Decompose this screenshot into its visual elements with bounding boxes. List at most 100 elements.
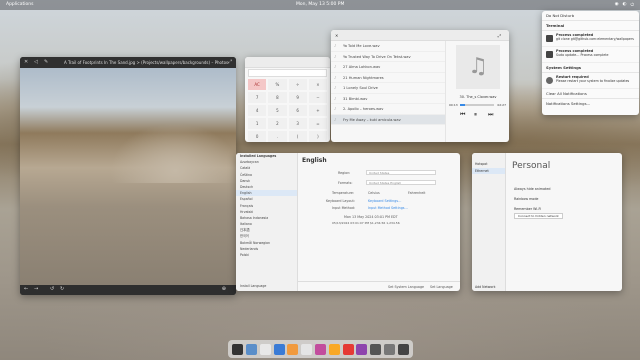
next-icon[interactable]: →: [34, 286, 38, 292]
dnd-row[interactable]: Do Not Disturb: [542, 11, 639, 21]
calc-key[interactable]: 5: [268, 105, 287, 116]
photos-icon[interactable]: [287, 343, 299, 355]
calc-key[interactable]: 0: [248, 131, 267, 142]
calc-key[interactable]: 9: [288, 92, 307, 103]
install-language-button[interactable]: Install Language: [236, 283, 266, 289]
maximize-icon[interactable]: ⤢: [498, 33, 501, 38]
music-icon[interactable]: [328, 343, 340, 355]
rotate-right-icon[interactable]: ↻: [60, 286, 64, 292]
edit-icon[interactable]: ✎: [44, 59, 48, 65]
close-icon[interactable]: ✕: [335, 33, 338, 38]
notification-item[interactable]: Process completed Sudo update… Process co…: [542, 47, 639, 63]
region-select[interactable]: United States: [366, 170, 436, 175]
calc-key[interactable]: 7: [248, 92, 267, 103]
rotate-left-icon[interactable]: ↺: [50, 286, 54, 292]
settings-icon[interactable]: [370, 343, 382, 355]
screenshot-icon[interactable]: [397, 343, 409, 355]
language-sidebar: Installed Languages Azərbaycan Català Češt…: [236, 153, 298, 291]
calc-key[interactable]: 6: [288, 105, 307, 116]
calendar-icon[interactable]: [301, 343, 313, 355]
calc-key[interactable]: 8: [268, 92, 287, 103]
next-track-icon[interactable]: ⏭: [488, 111, 493, 119]
option-always-hide[interactable]: Always hide animated: [514, 187, 550, 191]
formats-select[interactable]: United States English: [366, 180, 436, 185]
track-row[interactable]: 2. Apollo – heroes.wav: [331, 104, 445, 115]
clock[interactable]: Mon, May 13 5:00 PM: [296, 2, 344, 7]
calc-key[interactable]: −: [308, 92, 327, 103]
back-icon[interactable]: ◁: [34, 59, 38, 65]
track-list: Ya Told Me Love.wavYa Trusted Way To Dri…: [331, 41, 445, 125]
page-title: English: [302, 157, 327, 164]
notification-item[interactable]: Process completed git clone git@github.co…: [542, 31, 639, 47]
input-settings-link[interactable]: Input Method Settings…: [368, 206, 408, 210]
option-rainbow-mode[interactable]: Rainbow mode: [514, 197, 538, 201]
notifications-popover: Do Not Disturb Terminal Process complete…: [542, 11, 639, 115]
dnd-label: Do Not Disturb: [546, 13, 575, 18]
calc-key[interactable]: 4: [248, 105, 267, 116]
applications-menu[interactable]: Applications: [6, 2, 34, 7]
appcenter-icon[interactable]: [356, 343, 368, 355]
terminal-section: Terminal: [542, 21, 639, 31]
tasks-icon[interactable]: [314, 343, 326, 355]
calc-key[interactable]: %: [268, 79, 287, 90]
track-row[interactable]: Fry Me Away – kuki amicula.wav: [331, 114, 445, 125]
calc-key[interactable]: ÷: [288, 79, 307, 90]
clear-all-button[interactable]: Clear All Notifications: [542, 89, 639, 99]
calculator-icon[interactable]: [383, 343, 395, 355]
time-elapsed: 00:13: [449, 103, 458, 107]
set-system-language-button[interactable]: Set System Language: [388, 285, 424, 289]
calc-key[interactable]: AC: [248, 79, 267, 90]
set-language-button[interactable]: Set Language: [430, 285, 453, 289]
seek-bar[interactable]: [460, 104, 494, 106]
calc-key[interactable]: ×: [308, 79, 327, 90]
keyboard-settings-link[interactable]: Keyboard Settings…: [368, 199, 401, 203]
page-title: Personal: [512, 161, 551, 171]
pause-icon[interactable]: ⏸: [474, 111, 477, 119]
calc-key[interactable]: .: [268, 131, 287, 142]
notification-item[interactable]: Restart required Please restart your syst…: [542, 73, 639, 89]
browser-icon[interactable]: [273, 343, 285, 355]
terminal-icon[interactable]: [232, 343, 244, 355]
previous-track-icon[interactable]: ⏮: [460, 111, 465, 119]
keyboard-label: Keyboard Layout:: [326, 199, 355, 203]
calc-key[interactable]: 1: [248, 118, 267, 129]
photos-titlebar: ✕ ◁ ✎ A Trail of Footprints In The Sand.…: [20, 57, 236, 68]
formats-label: Formats:: [338, 181, 353, 185]
previous-icon[interactable]: ←: [24, 286, 28, 292]
celsius-radio[interactable]: Celsius: [368, 191, 380, 195]
calculator-window: AC% ÷ × 7 8 9− 4 5 6 +1 2 3 = 0.(): [245, 57, 330, 142]
track-row[interactable]: Ya Told Me Love.wav: [331, 41, 445, 52]
mail-icon[interactable]: [259, 343, 271, 355]
notifications-settings-button[interactable]: Notifications Settings…: [542, 99, 639, 108]
sidebar-item-ethernet[interactable]: Ethernet: [472, 168, 505, 174]
option-remember-wifi[interactable]: Remember Wi-Fi: [514, 207, 541, 211]
track-row[interactable]: Ya Trusted Way To Drive On Tekst.wav: [331, 52, 445, 62]
dock: [228, 340, 413, 358]
track-row[interactable]: 31 Bimbi.wav: [331, 94, 445, 104]
network-settings-window: Hotspot Ethernet Add Network Personal Al…: [472, 153, 622, 291]
files-icon[interactable]: [246, 343, 258, 355]
network-icon[interactable]: ◉: [615, 2, 619, 8]
player-pane: ♫ 30. The_s Clover.wav 00:13 02:27 ⏮ ⏸ ⏭: [445, 41, 509, 142]
calc-key[interactable]: ): [308, 131, 327, 142]
language-item[interactable]: Polski: [236, 252, 297, 258]
calc-key[interactable]: 3: [288, 118, 307, 129]
volume-icon[interactable]: ◐: [623, 2, 627, 8]
calc-key[interactable]: +: [308, 105, 327, 116]
track-row[interactable]: 1 Lonely Soul Drive: [331, 83, 445, 94]
track-row[interactable]: 21 Human Nightmares: [331, 73, 445, 83]
hidden-network-button[interactable]: Connect to hidden network: [514, 213, 563, 219]
close-icon[interactable]: ✕: [24, 59, 28, 65]
videos-icon[interactable]: [342, 343, 354, 355]
calc-key[interactable]: =: [308, 118, 327, 129]
zoom-icon[interactable]: ⊕: [222, 286, 226, 292]
fahrenheit-radio[interactable]: Fahrenheit: [408, 191, 425, 195]
maximize-icon[interactable]: ⤢: [228, 59, 232, 65]
calc-key[interactable]: 2: [268, 118, 287, 129]
calculator-display[interactable]: [248, 69, 327, 77]
calc-key[interactable]: (: [288, 131, 307, 142]
now-playing-title: 30. The_s Clover.wav: [459, 95, 497, 99]
power-icon[interactable]: ⏻: [630, 2, 634, 8]
add-network-button[interactable]: Add Network: [475, 285, 496, 289]
track-row[interactable]: 27 Alma Lohkon.wav: [331, 62, 445, 73]
